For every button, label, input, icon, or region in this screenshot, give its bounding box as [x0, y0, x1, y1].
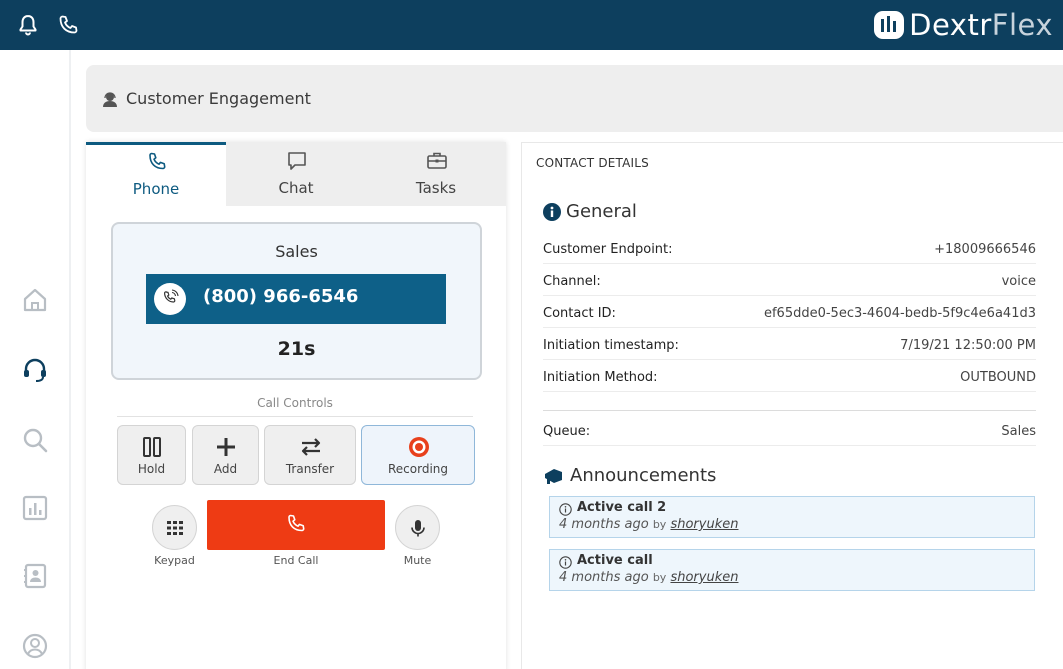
end-call-button[interactable]: [207, 500, 385, 550]
call-controls-divider: [117, 416, 473, 417]
announcements-heading-text: Announcements: [570, 465, 717, 486]
channel-tabs: Phone Chat Tasks: [86, 142, 506, 206]
announcement-item[interactable]: Active call 2 4 months ago by shoryuken: [549, 496, 1035, 538]
phone-icon[interactable]: [56, 13, 80, 37]
tab-chat-label: Chat: [278, 179, 314, 197]
announcement-meta: 4 months ago by shoryuken: [559, 570, 738, 585]
pause-icon: [143, 437, 161, 457]
plus-icon: [217, 438, 235, 456]
field-key: Contact ID:: [543, 306, 616, 321]
announcement-meta: 4 months ago by shoryuken: [559, 517, 738, 532]
briefcase-icon: [427, 152, 447, 169]
phone-panel: Phone Chat Tasks Sales (800) 966-6546 21…: [86, 142, 506, 669]
announcement-item[interactable]: Active call 4 months ago by shoryuken: [549, 549, 1035, 591]
caller-number: (800) 966-6546: [203, 286, 359, 307]
announcement-by: by: [652, 518, 667, 531]
megaphone-icon: [545, 468, 562, 484]
tab-phone-label: Phone: [132, 180, 180, 198]
keypad-label: Keypad: [154, 554, 195, 567]
brand-logo: DextrFlex: [873, 8, 1053, 42]
queue-row: Queue: Sales: [543, 420, 1036, 446]
field-value: voice: [1001, 274, 1036, 289]
announcement-author-link[interactable]: shoryuken: [670, 517, 738, 532]
active-call-card: Sales (800) 966-6546 21s: [111, 222, 482, 380]
call-queue-name: Sales: [275, 242, 318, 261]
field-row: Initiation timestamp: 7/19/21 12:50:00 P…: [543, 334, 1036, 360]
announcements-heading: Announcements: [543, 465, 716, 486]
brand-name: DextrFlex: [909, 8, 1053, 42]
bar-chart-icon[interactable]: [21, 494, 49, 522]
end-call-label: End Call: [273, 554, 319, 567]
tab-chat[interactable]: Chat: [226, 142, 366, 206]
headset-icon[interactable]: [21, 356, 49, 384]
tab-tasks-label: Tasks: [415, 179, 457, 197]
announcement-author-link[interactable]: shoryuken: [670, 570, 738, 585]
top-bar: DextrFlex: [0, 0, 1063, 50]
info-icon: [543, 202, 561, 221]
add-label: Add: [213, 462, 238, 476]
transfer-label: Transfer: [285, 462, 335, 476]
info-outline-icon: [559, 503, 572, 516]
field-row: Channel: voice: [543, 270, 1036, 296]
recording-label: Recording: [387, 462, 449, 476]
mute-label: Mute: [403, 554, 432, 567]
field-row: Customer Endpoint: +18009666546: [543, 238, 1036, 264]
left-sidebar: [0, 50, 71, 669]
call-controls-label: Call Controls: [257, 396, 333, 410]
queue-value: Sales: [1001, 424, 1036, 439]
keypad-icon: [167, 521, 183, 535]
tab-tasks[interactable]: Tasks: [366, 142, 506, 206]
section-divider: [543, 410, 1036, 411]
mute-button[interactable]: [395, 505, 440, 550]
field-key: Channel:: [543, 274, 601, 289]
keypad-button[interactable]: [152, 505, 197, 550]
contact-details-title: CONTACT DETAILS: [536, 156, 649, 170]
add-button[interactable]: Add: [192, 425, 259, 485]
page-title: Customer Engagement: [126, 89, 311, 108]
transfer-arrows-icon: [301, 438, 321, 456]
page-header: Customer Engagement: [86, 65, 1063, 132]
search-icon[interactable]: [21, 426, 49, 454]
field-key: Initiation Method:: [543, 370, 658, 385]
field-value: OUTBOUND: [960, 370, 1036, 385]
record-icon: [409, 437, 429, 457]
ringing-phone-icon: [154, 283, 186, 315]
agent-icon: [103, 92, 117, 107]
general-heading-text: General: [566, 201, 637, 222]
dextrflex-logo-icon: [874, 11, 905, 39]
phone-icon: [149, 152, 166, 170]
general-heading: General: [543, 201, 637, 222]
announcement-title: Active call 2: [577, 500, 667, 515]
queue-key: Queue:: [543, 424, 591, 439]
transfer-button[interactable]: Transfer: [264, 425, 356, 485]
call-controls-header: Call Controls: [117, 396, 473, 416]
address-book-icon[interactable]: [21, 562, 49, 590]
caller-number-bar: (800) 966-6546: [146, 274, 446, 324]
field-value: 7/19/21 12:50:00 PM: [900, 338, 1036, 353]
recording-button[interactable]: Recording: [361, 425, 475, 485]
announcement-age: 4 months ago: [559, 517, 649, 532]
field-key: Initiation timestamp:: [543, 338, 679, 353]
info-outline-icon: [559, 556, 572, 569]
user-circle-icon[interactable]: [21, 632, 49, 660]
bell-icon[interactable]: [16, 13, 40, 37]
hold-label: Hold: [137, 462, 166, 476]
phone-icon: [288, 514, 305, 532]
field-row: Initiation Method: OUTBOUND: [543, 366, 1036, 392]
chat-icon: [288, 152, 306, 170]
field-key: Customer Endpoint:: [543, 242, 673, 257]
hold-button[interactable]: Hold: [117, 425, 186, 485]
announcement-by: by: [652, 571, 667, 584]
tab-phone[interactable]: Phone: [86, 142, 226, 206]
announcement-title: Active call: [577, 553, 653, 568]
microphone-icon: [411, 520, 425, 537]
field-value: +18009666546: [934, 242, 1036, 257]
call-timer: 21s: [277, 338, 316, 360]
announcement-age: 4 months ago: [559, 570, 649, 585]
home-icon[interactable]: [21, 286, 49, 314]
contact-details-panel: CONTACT DETAILS General Customer Endpoin…: [521, 142, 1063, 669]
field-row: Contact ID: ef65dde0-5ec3-4604-bedb-5f9c…: [543, 302, 1036, 328]
field-value: ef65dde0-5ec3-4604-bedb-5f9c4e6a41d3: [763, 306, 1036, 321]
